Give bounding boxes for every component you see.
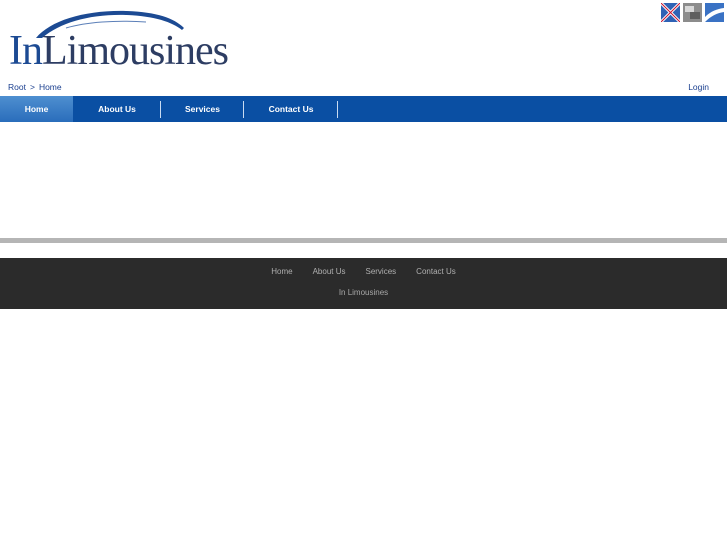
main-nav: Home About Us Services Contact Us	[0, 96, 727, 122]
footer-link-contact-us[interactable]: Contact Us	[416, 267, 456, 276]
footer-link-services[interactable]: Services	[365, 267, 396, 276]
nav-item-home[interactable]: Home	[0, 96, 73, 122]
nav-item-label: Home	[24, 104, 49, 114]
nav-item-label: About Us	[98, 104, 136, 114]
content-divider	[0, 238, 727, 243]
site-footer: Home About Us Services Contact Us In Lim…	[0, 258, 727, 309]
login-link[interactable]: Login	[688, 82, 709, 92]
breadcrumb-current[interactable]: Home	[39, 82, 62, 92]
flag-icon-1[interactable]	[661, 3, 680, 22]
nav-item-about-us[interactable]: About Us	[73, 96, 161, 122]
nav-item-label: Contact Us	[268, 104, 314, 114]
logo-wordmark: InLimousines	[9, 28, 229, 74]
breadcrumb-root[interactable]: Root	[8, 82, 26, 92]
language-flags	[661, 3, 724, 22]
footer-link-about-us[interactable]: About Us	[313, 267, 346, 276]
nav-divider	[337, 101, 338, 118]
breadcrumb: Root > Home	[8, 82, 62, 92]
breadcrumb-separator: >	[29, 82, 35, 92]
flag-icon-2[interactable]	[683, 3, 702, 22]
nav-item-contact-us[interactable]: Contact Us	[244, 96, 338, 122]
footer-link-home[interactable]: Home	[271, 267, 292, 276]
site-logo[interactable]: InLimousines	[6, 6, 229, 78]
nav-item-services[interactable]: Services	[161, 96, 244, 122]
nav-item-label: Services	[185, 104, 220, 114]
footer-copyright: In Limousines	[338, 288, 389, 297]
site-header: InLimousines Root > Home Login	[0, 0, 727, 96]
flag-icon-3[interactable]	[705, 3, 724, 22]
footer-nav: Home About Us Services Contact Us	[0, 267, 727, 276]
